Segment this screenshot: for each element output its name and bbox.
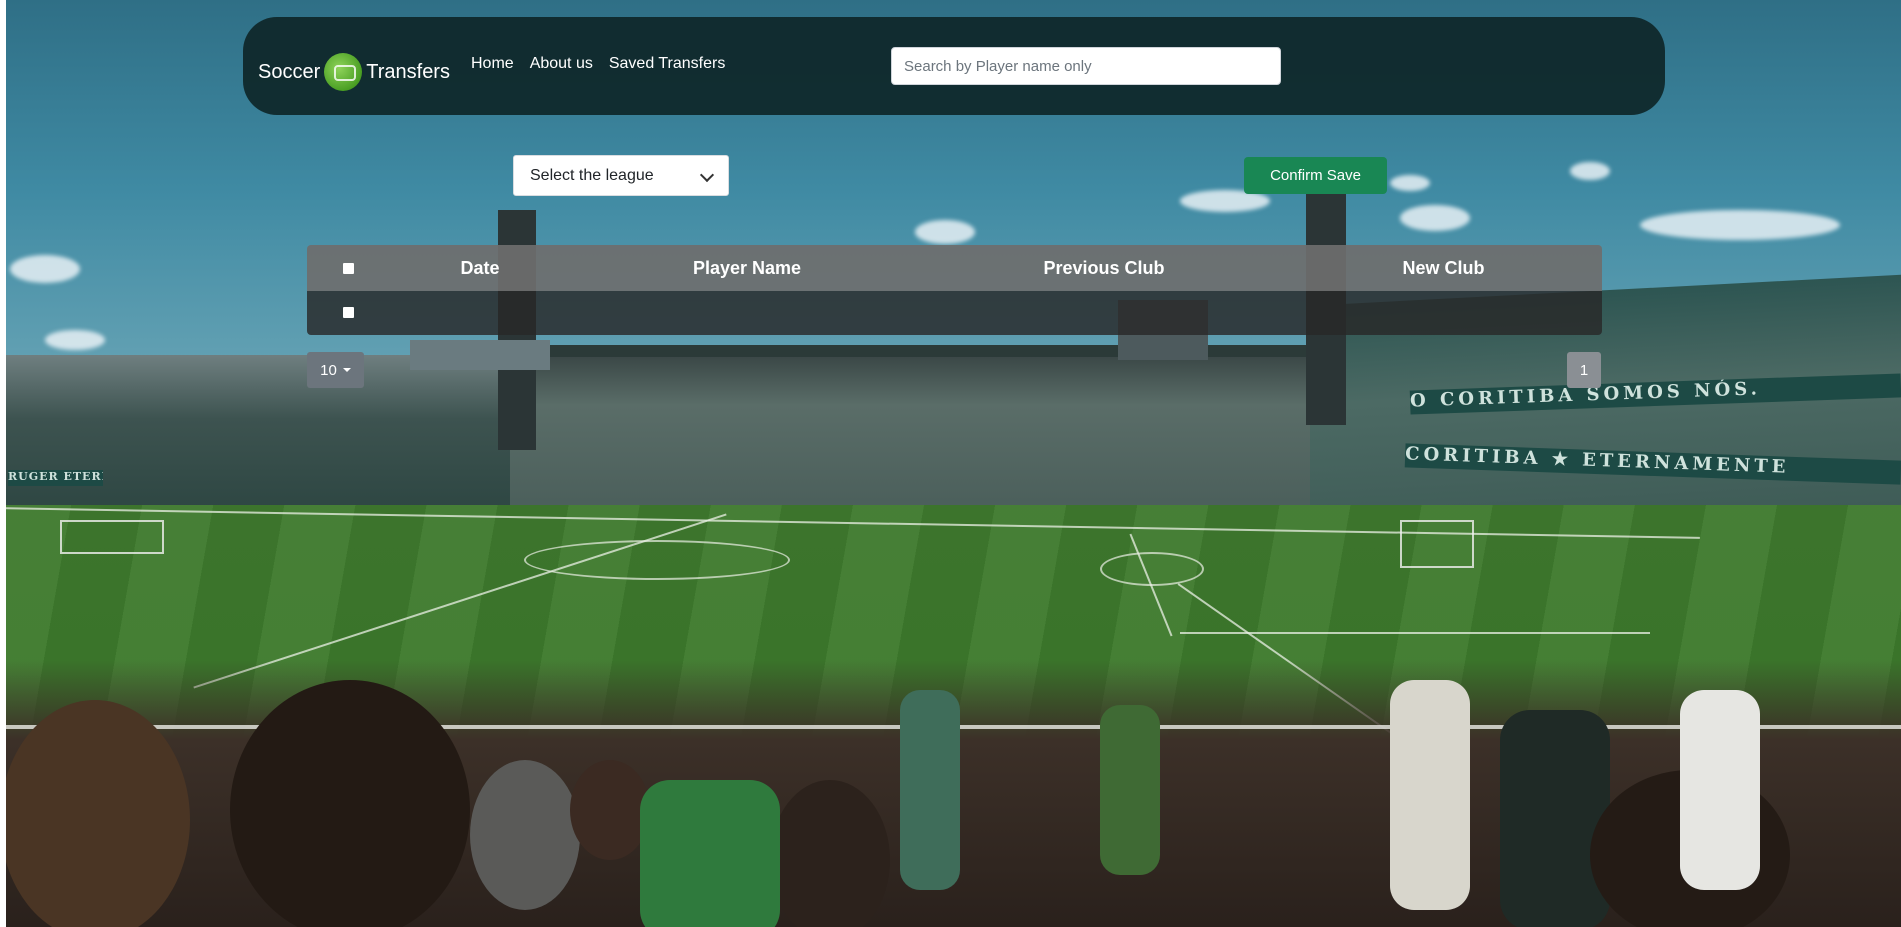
table-header-row: Date Player Name Previous Club New Club (307, 245, 1602, 291)
spectator (1390, 680, 1470, 910)
cloud (1640, 210, 1840, 240)
stadium-banner: RUGER ETERNO (8, 470, 103, 486)
spectator (470, 760, 580, 910)
cloud (1390, 175, 1430, 191)
league-select-label: Select the league (530, 166, 654, 184)
center-circle (524, 540, 790, 580)
column-header-player-name[interactable]: Player Name (571, 245, 923, 291)
cell-player-name (571, 291, 923, 335)
column-header-previous-club[interactable]: Previous Club (923, 245, 1285, 291)
cloud (10, 255, 80, 283)
league-select[interactable]: Select the league (513, 155, 729, 196)
nav-home[interactable]: Home (471, 55, 514, 73)
soccer-ball-icon (324, 53, 363, 91)
page-size-value: 10 (320, 361, 337, 379)
spectator (570, 760, 650, 860)
window-edge (0, 0, 6, 927)
cell-new-club (1285, 291, 1602, 335)
cloud (1570, 162, 1610, 180)
stands-center (510, 345, 1310, 517)
spectator (230, 680, 470, 927)
select-all-checkbox[interactable] (342, 263, 354, 275)
nav-links: Home About us Saved Transfers (471, 55, 725, 73)
column-header-date[interactable]: Date (389, 245, 571, 291)
nav-about-us[interactable]: About us (530, 55, 593, 73)
spectator (1500, 710, 1610, 927)
page-button-1[interactable]: 1 (1567, 352, 1601, 388)
nav-saved-transfers[interactable]: Saved Transfers (609, 55, 726, 73)
brand-text-soccer: Soccer (258, 60, 321, 83)
page-size-dropdown[interactable]: 10 (307, 352, 364, 388)
cloud (45, 330, 105, 350)
goal (60, 520, 164, 554)
transfers-table: Date Player Name Previous Club New Club (307, 245, 1602, 335)
confirm-save-button[interactable]: Confirm Save (1244, 157, 1387, 194)
header-select-cell (307, 245, 389, 291)
pitch-arc (1100, 552, 1204, 586)
cloud (1400, 205, 1470, 231)
brand[interactable]: Soccer Transfers (258, 53, 450, 91)
cloud (915, 220, 975, 244)
spectator (1680, 690, 1760, 890)
goal (1400, 520, 1474, 568)
cell-date (389, 291, 571, 335)
player-search-input[interactable] (891, 47, 1281, 85)
row-checkbox[interactable] (342, 307, 354, 319)
building (410, 340, 550, 370)
chevron-down-icon (699, 167, 715, 183)
spectator (640, 780, 780, 927)
stadium-background: O CORITIBA SOMOS NÓS. CORITIBA ★ ETERNAM… (0, 0, 1901, 927)
spectator (770, 780, 890, 927)
column-header-new-club[interactable]: New Club (1285, 245, 1602, 291)
caret-down-icon (342, 368, 351, 372)
spectator (1100, 705, 1160, 875)
table-row (307, 291, 1602, 335)
row-select-cell (307, 291, 389, 335)
stands-left (0, 355, 520, 515)
cell-previous-club (923, 291, 1285, 335)
spectator (0, 700, 190, 927)
brand-text-transfers: Transfers (366, 60, 450, 83)
spectator (900, 690, 960, 890)
